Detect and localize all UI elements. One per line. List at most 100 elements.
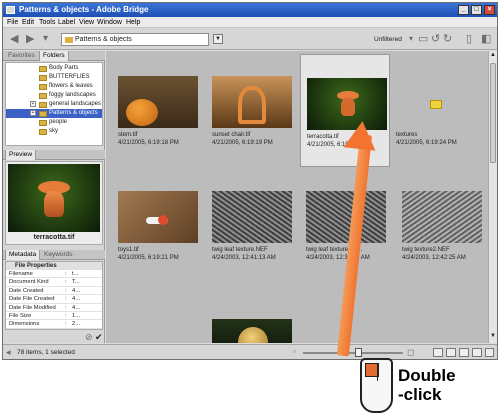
thumbnail-date: 4/21/2005, 6:19:24 PM (396, 140, 457, 146)
callout-arrow-head (343, 119, 379, 151)
folder-icon (39, 92, 47, 99)
folder-icon (39, 74, 47, 81)
folder-item[interactable]: foggy landscapes (6, 91, 102, 100)
thumbnail-name: twig texture2.NEF (402, 247, 450, 253)
menu-tools[interactable]: Tools (39, 18, 55, 27)
thumbnail-date: 4/24/2003, 12:41:13 AM (212, 255, 276, 261)
folder-icon (39, 128, 47, 135)
back-icon[interactable]: ◀ (10, 32, 18, 46)
rotate-left-icon[interactable]: ↺ (431, 32, 440, 46)
content-area: stem.tif 4/21/2005, 6:19:18 PM sunset ch… (106, 51, 488, 343)
title-bar: Patterns & objects - Adobe Bridge _ □ × (3, 3, 497, 17)
bridge-window: Patterns & objects - Adobe Bridge _ □ × … (2, 2, 498, 360)
thumbnail-item[interactable]: toys1.tif 4/21/2005, 6:19:21 PM (112, 182, 202, 294)
thumbnail-item[interactable] (206, 310, 296, 343)
delete-icon[interactable]: ▯ (466, 32, 472, 46)
folder-tree: Body Parts BUTTERFLIES flowers & leaves … (5, 62, 103, 146)
preview-caption: terracotta.tif (33, 234, 75, 241)
pot-body (44, 191, 64, 217)
thumbnail-image (212, 76, 292, 128)
tab-folders[interactable]: Folders (39, 51, 69, 61)
apply-check-icon[interactable]: ✔ (95, 330, 103, 344)
folder-item[interactable]: Body Parts (6, 64, 102, 73)
metadata-panel-tabs: Metadata Keywords (3, 250, 105, 260)
filmstrip-view-icon[interactable] (446, 348, 456, 357)
metadata-footer: ⊘ ✔ (3, 332, 105, 343)
scroll-up-icon[interactable]: ▲ (490, 52, 496, 58)
minimize-button[interactable]: _ (458, 5, 469, 15)
folder-item-selected[interactable]: + Patterns & objects (6, 109, 102, 118)
folder-icon (65, 37, 73, 43)
close-button[interactable]: × (484, 5, 495, 15)
expand-icon[interactable]: + (30, 101, 36, 107)
versions-view-icon[interactable] (472, 348, 482, 357)
menu-file[interactable]: File (7, 18, 18, 27)
new-folder-icon[interactable]: ▭ (418, 32, 428, 46)
status-text: 78 items, 1 selected (17, 349, 75, 356)
folder-icon (39, 83, 47, 90)
folder-item[interactable]: + general landscapes (6, 100, 102, 109)
metadata-row: File Size:1... (6, 312, 102, 321)
preview-image (8, 164, 100, 232)
tab-favorites[interactable]: Favorites (5, 51, 38, 61)
menu-edit[interactable]: Edit (22, 18, 34, 27)
path-field[interactable]: Patterns & objects (61, 33, 209, 46)
list-view-icon[interactable] (485, 348, 494, 357)
chair-shape (238, 86, 266, 124)
scrollbar-thumb[interactable] (490, 63, 496, 163)
menu-window[interactable]: Window (97, 18, 122, 27)
folder-panel-tabs: Favorites Folders (3, 51, 105, 61)
tab-metadata[interactable]: Metadata (5, 250, 41, 260)
folder-icon (39, 65, 47, 72)
small-thumb-icon[interactable]: ▫ (293, 345, 296, 359)
thumbnail-name: terracotta.tif (307, 134, 339, 140)
thumbnail-item[interactable]: stem.tif 4/21/2005, 6:19:18 PM (112, 67, 202, 179)
scroll-down-icon[interactable]: ▼ (490, 333, 496, 339)
thumbnail-item-selected[interactable]: terracotta.tif 4/21/2005, 6:19:20 PM (300, 54, 390, 167)
thumbnail-item[interactable]: twig texture2.NEF 4/24/2003, 12:42:25 AM (396, 182, 486, 294)
thumbnail-item[interactable]: sunset chair.tif 4/21/2005, 6:19:19 PM (206, 67, 296, 179)
path-dropdown-icon[interactable]: ▼ (213, 34, 223, 44)
menu-label[interactable]: Label (58, 18, 75, 27)
folder-icon (39, 119, 47, 126)
mouse-icon (360, 358, 393, 413)
thumbnail-image (118, 76, 198, 128)
thumbnail-date: 4/21/2005, 6:19:19 PM (212, 140, 273, 146)
expand-icon[interactable]: + (30, 110, 36, 116)
folder-item[interactable]: flowers & leaves (6, 82, 102, 91)
thumbnails-view-icon[interactable] (433, 348, 443, 357)
compact-mode-icon[interactable]: ◧ (481, 32, 491, 46)
preview-panel-tab: Preview (3, 150, 105, 160)
menu-view[interactable]: View (79, 18, 94, 27)
refresh-icon[interactable]: ⊘ (85, 330, 93, 344)
metadata-panel: File Properties Filename: t... Document K… (5, 261, 103, 330)
thumbnail-image (402, 191, 482, 243)
details-view-icon[interactable] (459, 348, 469, 357)
panel-toggle-icon[interactable]: ◂ (6, 345, 11, 359)
tab-keywords[interactable]: Keywords (41, 250, 76, 260)
thumbnail-item[interactable]: twig leaf texture.NEF 4/24/2003, 12:41:1… (206, 182, 296, 294)
menu-help[interactable]: Help (126, 18, 140, 27)
large-thumb-icon[interactable]: ◻ (407, 345, 414, 359)
folder-icon (39, 101, 47, 108)
ball-shape (238, 327, 268, 343)
up-folder-icon[interactable]: ▾ (43, 32, 48, 46)
forward-icon[interactable]: ▶ (26, 32, 34, 46)
folder-item[interactable]: people (6, 118, 102, 127)
filter-dropdown-icon[interactable]: ▾ (409, 32, 413, 46)
rotate-right-icon[interactable]: ↻ (443, 32, 452, 46)
filter-menu[interactable]: Unfiltered (374, 36, 402, 43)
maximize-button[interactable]: □ (471, 5, 482, 15)
vertical-scrollbar[interactable]: ▲ ▼ (488, 51, 497, 343)
metadata-row: Date File Created:4... (6, 295, 102, 304)
thumbnail-item[interactable]: textures 4/21/2005, 6:19:24 PM (396, 67, 486, 179)
tab-preview[interactable]: Preview (5, 150, 37, 160)
thumbnail-date: 4/21/2005, 6:19:21 PM (118, 255, 179, 261)
metadata-row: Filename: t... (6, 270, 102, 279)
file-properties-header[interactable]: File Properties (6, 262, 102, 270)
folder-item[interactable]: sky (6, 127, 102, 136)
slider-knob[interactable] (355, 348, 362, 357)
folder-item[interactable]: BUTTERFLIES (6, 73, 102, 82)
thumbnail-size-slider[interactable] (303, 352, 403, 354)
folder-icon (430, 100, 442, 109)
